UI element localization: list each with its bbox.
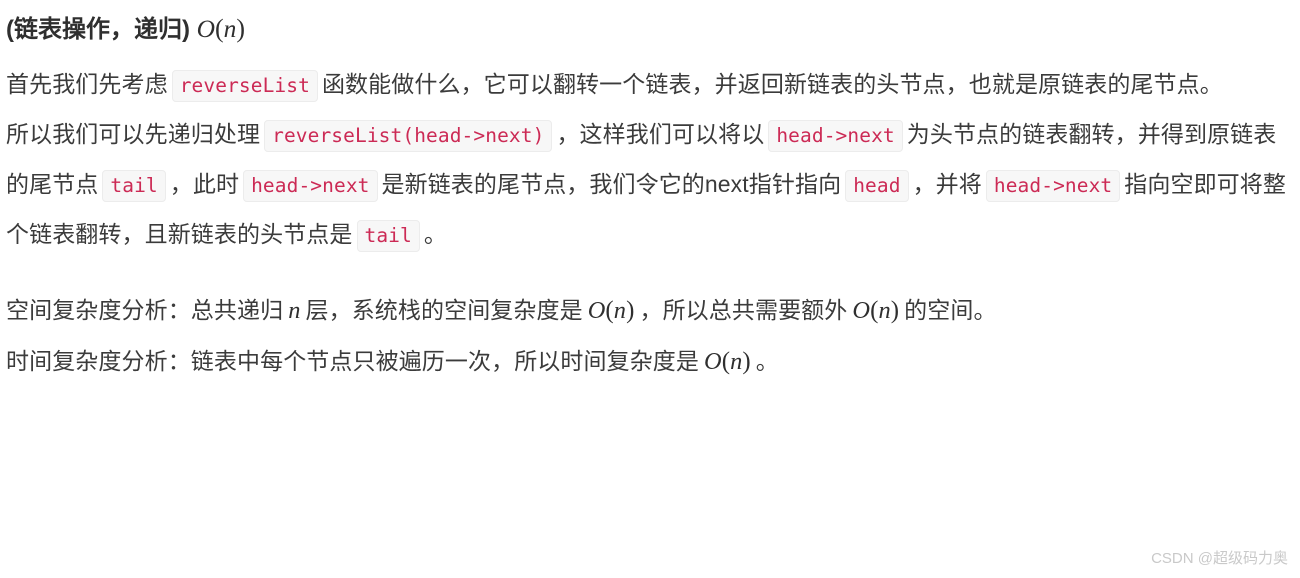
- page-title-prefix: (链表操作，递归): [6, 16, 190, 43]
- paragraph-4: 时间复杂度分析：链表中每个节点只被遍历一次，所以时间复杂度是 O(n)。: [6, 336, 1294, 387]
- math-paren: ): [236, 14, 246, 43]
- math-paren: (: [605, 297, 614, 324]
- text-run: 函数能做什么，它可以翻转一个链表，并返回新链表的头节点，也就是原链表的尾节点。: [321, 71, 1223, 97]
- math-symbol: O: [704, 348, 722, 375]
- text-run: 首先我们先考虑: [6, 71, 168, 97]
- text-run: ，这样我们可以将以: [556, 121, 765, 147]
- math-paren: ): [890, 297, 900, 324]
- text-run: 。: [423, 221, 447, 247]
- text-run: 。: [755, 348, 779, 374]
- page-title: (链表操作，递归) O(n): [6, 8, 1294, 51]
- math-paren: ): [742, 348, 751, 375]
- inline-code: head->next: [243, 170, 378, 202]
- inline-code: tail: [356, 220, 420, 252]
- inline-code: head: [845, 170, 909, 202]
- math-symbol: O: [196, 14, 216, 43]
- text-run: 的空间。: [904, 297, 997, 323]
- math-symbol: n: [730, 348, 743, 375]
- text-run: 时间复杂度分析：链表中每个节点只被遍历一次，所以时间复杂度是: [6, 348, 699, 374]
- math-paren: ): [626, 297, 635, 324]
- inline-code: reverseList(head->next): [264, 120, 553, 152]
- inline-code: head->next: [768, 120, 903, 152]
- math-paren: (: [215, 14, 224, 43]
- math-paren: (: [721, 348, 731, 375]
- text-run: 是新链表的尾节点，我们令它的next指针指向: [381, 171, 842, 197]
- csdn-watermark: CSDN @超级码力奥: [1151, 550, 1288, 567]
- text-run: 空间复杂度分析：总共递归: [6, 297, 284, 323]
- inline-code: tail: [102, 170, 166, 202]
- text-run: 所以我们可以先递归处理: [6, 121, 261, 147]
- math-expression: O(n): [852, 297, 899, 324]
- math-symbol: O: [587, 297, 606, 324]
- document-page: (链表操作，递归) O(n) 首先我们先考虑 reverseList 函数能做什么，…: [0, 0, 1300, 578]
- text-run: ，并将: [912, 171, 982, 197]
- math-symbol: n: [223, 14, 237, 43]
- math-expression: O(n): [704, 348, 751, 375]
- inline-code: head->next: [985, 170, 1121, 202]
- math-symbol: n: [288, 297, 301, 324]
- paragraph-2: 所以我们可以先递归处理 reverseList(head->next) ，这样我们可…: [6, 109, 1294, 259]
- text-run: 层，系统栈的空间复杂度是: [305, 297, 583, 323]
- math-symbol: O: [852, 297, 871, 324]
- text-run: ，所以总共需要额外: [639, 297, 848, 323]
- paragraph-3: 空间复杂度分析：总共递归 n 层，系统栈的空间复杂度是 O(n) ，所以总共需要额外 O(…: [6, 285, 1294, 336]
- math-expression: O(n): [588, 297, 635, 324]
- text-run: ，此时: [169, 171, 240, 197]
- math-symbol: n: [878, 297, 891, 324]
- inline-code: reverseList: [171, 70, 318, 102]
- math-symbol: n: [613, 297, 627, 324]
- math-expression: n: [288, 297, 300, 324]
- paragraph-1: 首先我们先考虑 reverseList 函数能做什么，它可以翻转一个链表，并返回新链…: [6, 59, 1294, 109]
- page-title-complexity: O(n): [197, 14, 245, 43]
